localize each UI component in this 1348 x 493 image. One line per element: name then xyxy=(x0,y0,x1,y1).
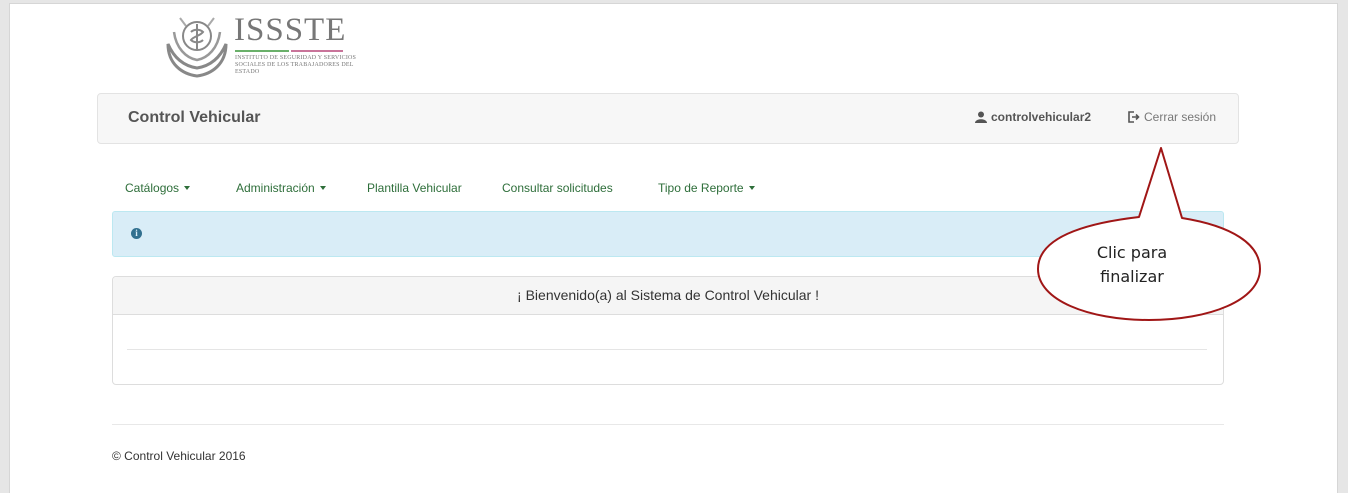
callout-text: Clic para finalizar xyxy=(1096,243,1168,286)
menu-tipo-reporte-label: Tipo de Reporte xyxy=(658,181,744,195)
user-icon xyxy=(975,111,987,123)
logo-subtitle: Instituto de Seguridad y Servicios Socia… xyxy=(235,55,357,75)
chevron-down-icon xyxy=(319,186,326,190)
logout-label: Cerrar sesión xyxy=(1144,110,1217,124)
chevron-down-icon xyxy=(184,186,191,190)
menu-tipo-reporte[interactable]: Tipo de Reporte xyxy=(658,181,755,195)
top-navbar: Control Vehicular controlvehicular2 Cerr… xyxy=(97,93,1239,144)
callout-bubble xyxy=(1037,147,1261,321)
menu-catalogos-label: Catálogos xyxy=(125,181,180,195)
brand-title[interactable]: Control Vehicular xyxy=(128,109,260,127)
main-menu: Catálogos Administración Plantilla Vehic… xyxy=(125,181,755,195)
menu-administracion-label: Administración xyxy=(236,181,315,195)
footer-text: © Control Vehicular 2016 xyxy=(112,449,246,463)
logout-button[interactable]: Cerrar sesión xyxy=(1128,110,1216,124)
menu-administracion[interactable]: Administración xyxy=(236,181,367,195)
logout-icon xyxy=(1128,111,1140,123)
logo-title: ISSSTE xyxy=(234,12,347,48)
panel-divider xyxy=(127,349,1207,350)
menu-catalogos[interactable]: Catálogos xyxy=(125,181,236,195)
username: controlvehicular2 xyxy=(991,110,1092,124)
menu-plantilla-vehicular[interactable]: Plantilla Vehicular xyxy=(367,181,502,195)
user-info[interactable]: controlvehicular2 xyxy=(975,110,1091,124)
logo-color-bars xyxy=(235,50,343,53)
info-icon: i xyxy=(131,228,142,239)
menu-consultar-label: Consultar solicitudes xyxy=(502,181,613,195)
menu-consultar-solicitudes[interactable]: Consultar solicitudes xyxy=(502,181,658,195)
menu-plantilla-label: Plantilla Vehicular xyxy=(367,181,462,195)
issste-logo: ISSSTE Instituto de Seguridad y Servicio… xyxy=(162,10,362,90)
issste-emblem-icon xyxy=(166,17,228,78)
footer-divider xyxy=(112,424,1224,425)
chevron-down-icon xyxy=(748,186,755,190)
